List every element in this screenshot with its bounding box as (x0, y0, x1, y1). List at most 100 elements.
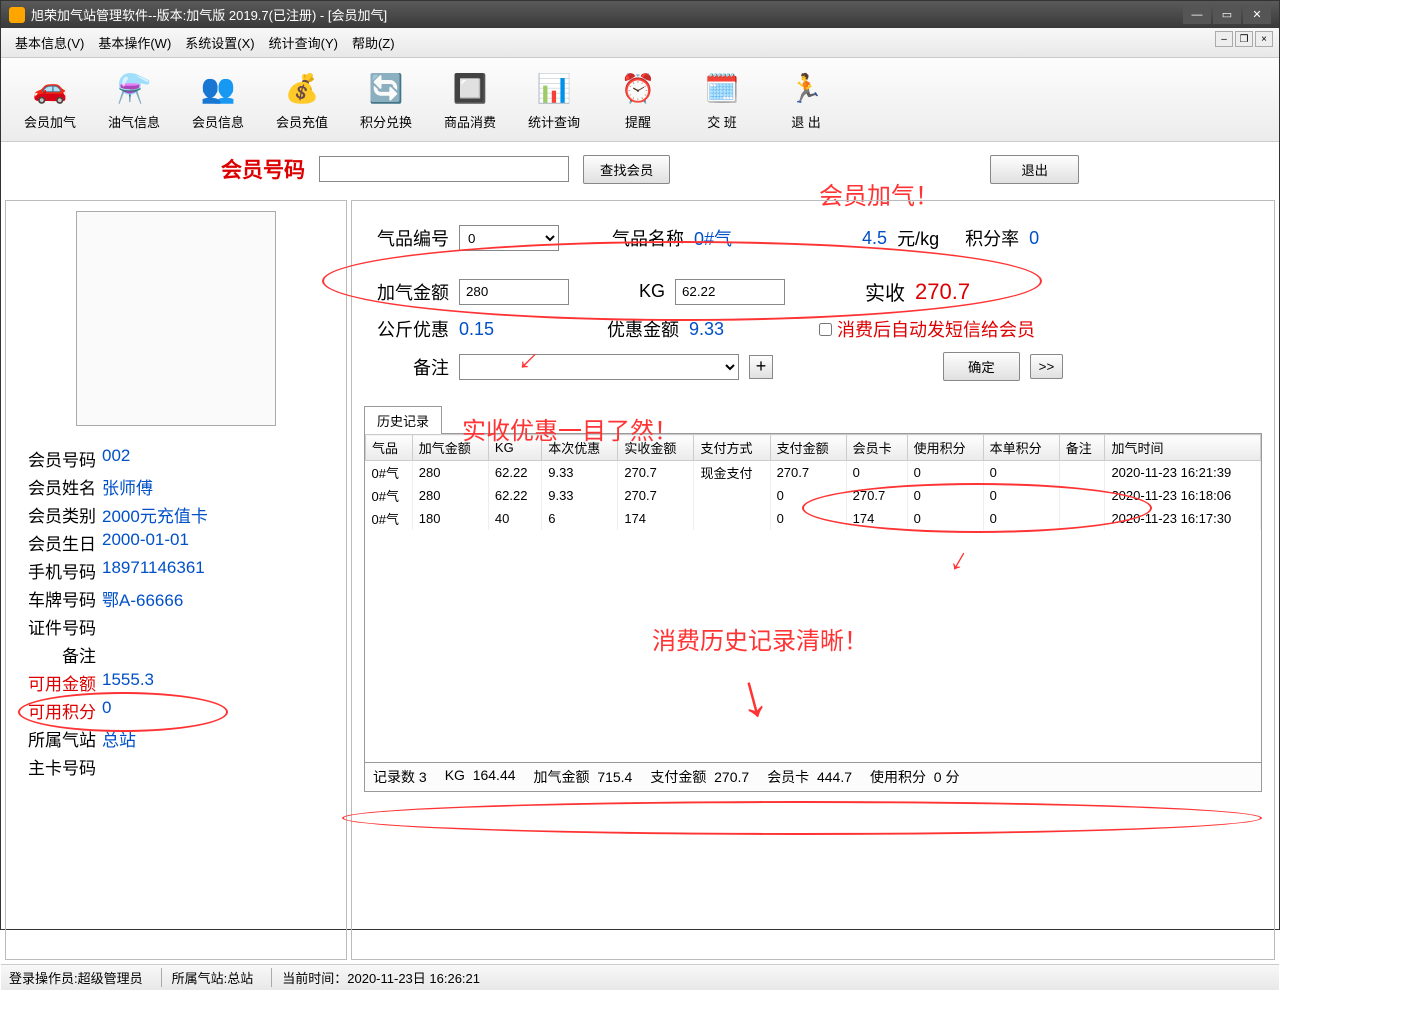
grid-col-header[interactable]: 本次优惠 (542, 435, 618, 461)
toolbar-btn-9[interactable]: 🏃退 出 (767, 64, 845, 135)
sms-checkbox[interactable] (819, 323, 832, 336)
grid-col-header[interactable]: 实收金额 (618, 435, 694, 461)
member-field-value: 2000元充值卡 (102, 502, 208, 527)
price-value: 4.5 (862, 228, 887, 249)
grid-col-header[interactable]: 备注 (1059, 435, 1105, 461)
menu-basic-ops[interactable]: 基本操作(W) (92, 31, 177, 54)
grid-col-header[interactable]: 会员卡 (846, 435, 907, 461)
history-summary: 记录数 3 KG 164.44 加气金额 715.4 支付金额 270.7 会员… (364, 763, 1262, 792)
member-field-value: 张师傅 (102, 474, 153, 499)
maximize-button[interactable]: ▭ (1213, 6, 1241, 24)
toolbar-btn-4[interactable]: 🔄积分兑换 (347, 64, 425, 135)
member-field-value: 002 (102, 446, 130, 471)
toolbar: 🚗会员加气⚗️油气信息👥会员信息💰会员充值🔄积分兑换🔲商品消费📊统计查询⏰提醒🗓… (1, 58, 1279, 142)
toolbar-btn-3[interactable]: 💰会员充值 (263, 64, 341, 135)
member-field-value: 鄂A-66666 (102, 586, 183, 611)
member-field-label: 会员生日 (16, 530, 96, 555)
toolbar-btn-2[interactable]: 👥会员信息 (179, 64, 257, 135)
price-unit: 元/kg (897, 225, 939, 251)
point-rate-value: 0 (1029, 228, 1039, 249)
kg-input[interactable] (675, 279, 785, 305)
plus-button[interactable]: + (749, 355, 773, 379)
grid-col-header[interactable]: 加气金额 (412, 435, 488, 461)
member-field-label: 手机号码 (16, 558, 96, 583)
grid-col-header[interactable]: 本单积分 (983, 435, 1059, 461)
toolbar-btn-6[interactable]: 📊统计查询 (515, 64, 593, 135)
toolbar-btn-0[interactable]: 🚗会员加气 (11, 64, 89, 135)
grid-col-header[interactable]: KG (488, 435, 541, 461)
mdi-close-button[interactable]: × (1255, 31, 1273, 47)
sms-checkbox-label[interactable]: 消费后自动发短信给会员 (819, 316, 1035, 342)
grid-col-header[interactable]: 气品 (366, 435, 413, 461)
status-time: 当前时间：2020-11-23日 16:26:21 (271, 968, 480, 987)
table-row[interactable]: 0#气28062.229.33270.70270.7002020-11-23 1… (366, 484, 1261, 507)
minimize-button[interactable]: — (1183, 6, 1211, 24)
toolbar-icon-5: 🔲 (450, 68, 490, 108)
disc-amt-value: 9.33 (689, 319, 789, 340)
member-field-label: 所属气站 (16, 726, 96, 751)
perkg-disc-value: 0.15 (459, 319, 559, 340)
mdi-minimize-button[interactable]: – (1215, 31, 1233, 47)
toolbar-icon-8: 🗓️ (702, 68, 742, 108)
member-field-label: 可用积分 (16, 698, 96, 723)
actual-label: 实收 (865, 277, 905, 306)
member-field-label: 会员类别 (16, 502, 96, 527)
toolbar-btn-1[interactable]: ⚗️油气信息 (95, 64, 173, 135)
close-button[interactable]: ✕ (1243, 6, 1271, 24)
menu-basic-info[interactable]: 基本信息(V) (9, 31, 90, 54)
kg-label: KG (639, 281, 665, 302)
amount-label: 加气金额 (364, 279, 449, 305)
gas-no-select[interactable]: 0 (459, 225, 559, 251)
grid-col-header[interactable]: 使用积分 (907, 435, 983, 461)
menu-stats-query[interactable]: 统计查询(Y) (263, 31, 344, 54)
member-field-label: 会员姓名 (16, 474, 96, 499)
member-field-label: 车牌号码 (16, 586, 96, 611)
search-bar: 会员号码 查找会员 退出 会员加气！ (1, 142, 1279, 196)
menu-help[interactable]: 帮助(Z) (346, 31, 401, 54)
member-field-value: 总站 (102, 726, 136, 751)
toolbar-btn-8[interactable]: 🗓️交 班 (683, 64, 761, 135)
toolbar-icon-2: 👥 (198, 68, 238, 108)
status-station: 所属气站:总站 (161, 968, 254, 987)
exit-button[interactable]: 退出 (990, 155, 1079, 184)
member-field-value: 0 (102, 698, 111, 723)
member-field-label: 会员号码 (16, 446, 96, 471)
point-rate-label: 积分率 (949, 225, 1019, 251)
table-row[interactable]: 0#气28062.229.33270.7现金支付270.70002020-11-… (366, 461, 1261, 485)
perkg-disc-label: 公斤优惠 (364, 316, 449, 342)
toolbar-btn-7[interactable]: ⏰提醒 (599, 64, 677, 135)
toolbar-icon-3: 💰 (282, 68, 322, 108)
titlebar: 旭荣加气站管理软件--版本:加气版 2019.7(已注册) - [会员加气] —… (1, 1, 1279, 28)
window-title: 旭荣加气站管理软件--版本:加气版 2019.7(已注册) - [会员加气] (31, 5, 387, 24)
gas-name-label: 气品名称 (599, 225, 684, 251)
disc-amt-label: 优惠金额 (569, 316, 679, 342)
member-field-value: 18971146361 (102, 558, 205, 583)
next-button[interactable]: >> (1030, 354, 1064, 379)
amount-input[interactable] (459, 279, 569, 305)
history-tab[interactable]: 历史记录 (364, 406, 442, 434)
history-grid[interactable]: 气品加气金额KG本次优惠实收金额支付方式支付金额会员卡使用积分本单积分备注加气时… (364, 433, 1262, 763)
grid-col-header[interactable]: 加气时间 (1105, 435, 1261, 461)
toolbar-icon-0: 🚗 (30, 68, 70, 108)
table-row[interactable]: 0#气1804061740174002020-11-23 16:17:30 (366, 507, 1261, 530)
grid-col-header[interactable]: 支付金额 (770, 435, 846, 461)
find-member-button[interactable]: 查找会员 (583, 155, 670, 184)
member-field-label: 主卡号码 (16, 754, 96, 779)
menu-system-settings[interactable]: 系统设置(X) (179, 31, 260, 54)
actual-value: 270.7 (915, 279, 970, 305)
member-info-panel: 会员号码002会员姓名张师傅会员类别2000元充值卡会员生日2000-01-01… (5, 200, 347, 960)
remark-select[interactable] (459, 354, 739, 380)
member-field-value: 1555.3 (102, 670, 154, 695)
member-field-label: 证件号码 (16, 614, 96, 639)
gas-name-value: 0#气 (694, 225, 732, 251)
remark-label: 备注 (364, 354, 449, 380)
status-operator: 登录操作员:超级管理员 (9, 968, 143, 987)
mdi-restore-button[interactable]: ❐ (1235, 31, 1253, 47)
grid-col-header[interactable]: 支付方式 (694, 435, 770, 461)
member-no-input[interactable] (319, 156, 569, 182)
toolbar-btn-5[interactable]: 🔲商品消费 (431, 64, 509, 135)
ok-button[interactable]: 确定 (943, 352, 1020, 381)
toolbar-icon-1: ⚗️ (114, 68, 154, 108)
member-field-label: 备注 (16, 642, 96, 667)
member-no-label: 会员号码 (221, 154, 305, 184)
